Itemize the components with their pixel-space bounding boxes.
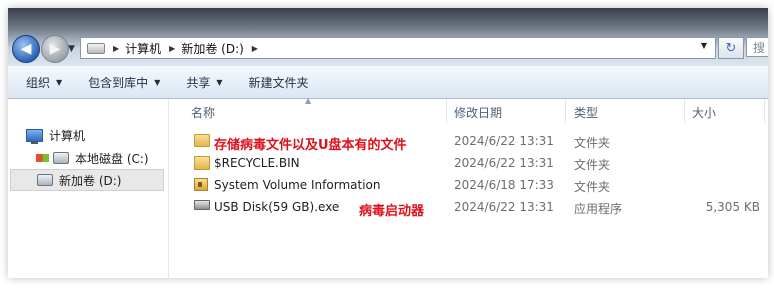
organize-button[interactable]: 组织 ▼ <box>26 74 62 91</box>
hard-disk-icon <box>37 174 53 186</box>
column-header-name[interactable]: 名称 <box>191 104 215 121</box>
search-input[interactable]: 搜 <box>746 37 768 57</box>
file-type: 应用程序 <box>574 202 623 216</box>
column-divider[interactable] <box>684 99 685 123</box>
include-in-library-button[interactable]: 包含到库中 ▼ <box>88 74 160 91</box>
chevron-right-icon[interactable]: ▶ <box>113 44 119 53</box>
column-header-type[interactable]: 类型 <box>574 104 598 121</box>
nav-item-local-disk-c[interactable]: 本地磁盘 (C:) <box>36 148 149 168</box>
breadcrumb-new-volume[interactable]: 新加卷 (D:) <box>181 40 243 57</box>
column-divider[interactable] <box>764 99 765 123</box>
organize-label: 组织 <box>26 75 51 90</box>
command-bar: 组织 ▼ 包含到库中 ▼ 共享 ▼ 新建文件夹 <box>8 66 768 99</box>
breadcrumb-computer[interactable]: 计算机 <box>125 40 161 57</box>
new-folder-label: 新建文件夹 <box>248 75 309 90</box>
chevron-down-icon: ▼ <box>154 77 161 87</box>
file-row[interactable]: USB Disk(59 GB).exe 病毒启动器 2024/6/22 13:3… <box>169 197 768 219</box>
nav-item-new-volume-d[interactable]: 新加卷 (D:) <box>10 169 164 191</box>
chevron-down-icon: ▼ <box>56 77 63 87</box>
nav-item-label: 计算机 <box>49 128 86 143</box>
file-row[interactable]: 存储病毒文件以及U盘本有的文件 2024/6/22 13:31 文件夹 <box>169 131 768 153</box>
file-date: 2024/6/22 13:31 <box>454 134 554 148</box>
nav-item-computer[interactable]: 计算机 <box>26 125 85 145</box>
back-button[interactable]: ◀ <box>12 35 40 63</box>
drive-icon <box>87 42 105 54</box>
explorer-window: ◀ ▶ ▼ ▶ 计算机 ▶ 新加卷 (D:) ▶ ▼ ↻ 搜 组织 ▼ 包含到库中… <box>8 8 768 278</box>
hard-disk-icon <box>53 152 69 164</box>
file-name: $RECYCLE.BIN <box>214 156 300 170</box>
file-row[interactable]: $RECYCLE.BIN 2024/6/22 13:31 文件夹 <box>169 153 768 174</box>
file-type: 文件夹 <box>574 158 611 172</box>
column-divider[interactable] <box>565 99 566 123</box>
forward-button[interactable]: ▶ <box>41 35 69 63</box>
refresh-button[interactable]: ↻ <box>718 37 744 59</box>
virus-launcher-annotation: 病毒启动器 <box>359 204 425 219</box>
chevron-down-icon: ▼ <box>216 77 223 87</box>
share-label: 共享 <box>186 75 211 90</box>
file-date: 2024/6/18 17:33 <box>454 178 554 192</box>
file-size: 5,305 KB <box>705 200 760 214</box>
computer-icon <box>26 128 43 144</box>
share-button[interactable]: 共享 ▼ <box>186 74 222 91</box>
sort-ascending-icon: ▲ <box>305 96 312 105</box>
history-dropdown-icon[interactable]: ▼ <box>68 44 75 54</box>
chevron-right-icon[interactable]: ▶ <box>252 44 258 53</box>
column-header-date[interactable]: 修改日期 <box>454 104 502 121</box>
column-headers: ▲ 名称 修改日期 类型 大小 <box>169 96 768 123</box>
chevron-right-icon[interactable]: ▶ <box>169 44 175 53</box>
file-name: System Volume Information <box>214 178 381 192</box>
file-date: 2024/6/22 13:31 <box>454 200 554 214</box>
navigation-pane: 计算机 本地磁盘 (C:) 新加卷 (D:) <box>8 99 169 278</box>
include-in-library-label: 包含到库中 <box>88 75 149 90</box>
file-name: USB Disk(59 GB).exe <box>214 200 340 214</box>
nav-item-label: 本地磁盘 (C:) <box>75 151 149 166</box>
file-name: 存储病毒文件以及U盘本有的文件 <box>214 138 407 153</box>
drive-exe-icon <box>194 200 210 210</box>
windows-logo-icon <box>36 154 49 162</box>
title-bar: ◀ ▶ ▼ ▶ 计算机 ▶ 新加卷 (D:) ▶ ▼ ↻ 搜 <box>8 8 768 66</box>
address-bar[interactable]: ▶ 计算机 ▶ 新加卷 (D:) ▶ ▼ <box>80 37 716 59</box>
column-divider[interactable] <box>446 99 447 123</box>
nav-item-label: 新加卷 (D:) <box>59 173 122 188</box>
file-row[interactable]: System Volume Information 2024/6/18 17:3… <box>169 175 768 196</box>
new-folder-button[interactable]: 新建文件夹 <box>249 74 309 91</box>
chevron-down-icon[interactable]: ▼ <box>701 41 707 50</box>
file-type: 文件夹 <box>574 180 611 194</box>
folder-icon <box>194 156 210 170</box>
folder-icon <box>194 134 210 147</box>
refresh-icon: ↻ <box>725 40 737 56</box>
file-date: 2024/6/22 13:31 <box>454 156 554 170</box>
arrow-left-icon: ◀ <box>20 41 32 57</box>
arrow-right-icon: ▶ <box>49 41 61 57</box>
column-header-size[interactable]: 大小 <box>692 104 716 121</box>
locked-folder-icon <box>194 178 208 191</box>
file-type: 文件夹 <box>574 136 611 150</box>
